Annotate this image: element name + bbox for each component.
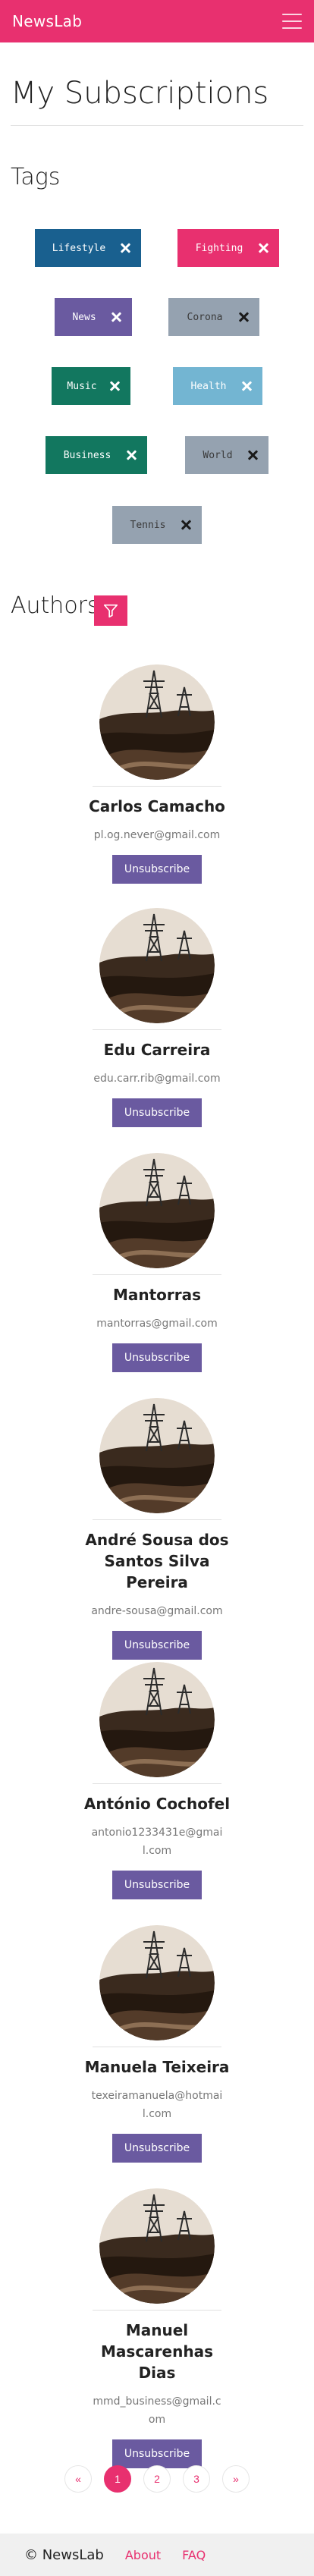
tag-label: Business xyxy=(63,449,111,461)
author-email: andre-sousa@gmail.com xyxy=(91,1605,223,1617)
tag-corona[interactable]: Corona xyxy=(168,298,259,336)
tag-label: World xyxy=(203,449,233,461)
author-email: texeiramanuela@hotmail.com xyxy=(91,2090,223,2120)
remove-tag-icon[interactable] xyxy=(238,312,249,322)
author-email: pl.og.never@gmail.com xyxy=(93,829,221,841)
avatar xyxy=(99,1662,215,1777)
remove-tag-icon[interactable] xyxy=(247,450,258,460)
footer: © NewsLab About FAQ xyxy=(0,2534,314,2576)
author-name: Edu Carreira xyxy=(103,1041,211,1059)
tag-label: Corona xyxy=(187,311,223,323)
author-email: mmd_business@gmail.com xyxy=(93,2395,221,2426)
avatar xyxy=(99,1925,215,2040)
author-divider xyxy=(93,786,221,787)
authors-heading: Authors xyxy=(11,592,99,619)
unsubscribe-button[interactable]: Unsubscribe xyxy=(111,2134,203,2163)
title-divider xyxy=(11,125,303,126)
tag-label: Fighting xyxy=(195,242,243,254)
next-page-button[interactable]: » xyxy=(222,2465,250,2493)
avatar xyxy=(99,908,215,1023)
avatar xyxy=(99,1398,215,1513)
avatar xyxy=(99,664,215,780)
author-card: Edu Carreira edu.carr.rib@gmail.com Unsubs… xyxy=(0,908,314,1127)
avatar xyxy=(99,1153,215,1268)
avatar xyxy=(99,2188,215,2304)
author-card: Carlos Camacho pl.og.never@gmail.com Unsub… xyxy=(0,664,314,884)
page-1-button[interactable]: 1 xyxy=(104,2465,131,2493)
navbar: NewsLab xyxy=(0,0,314,42)
author-card: Manuel Mascarenhas Dias mmd_business@gmai… xyxy=(0,2188,314,2468)
author-card: António Cochofel antonio1233431e@gmail.co… xyxy=(0,1662,314,1899)
page-numbers: 123 xyxy=(104,2465,210,2493)
tag-tennis[interactable]: Tennis xyxy=(112,506,202,544)
author-card: André Sousa dos Santos Silva Pereira andr… xyxy=(0,1398,314,1660)
author-divider xyxy=(93,1029,221,1030)
prev-page-button[interactable]: « xyxy=(64,2465,92,2493)
filter-button[interactable] xyxy=(94,595,127,626)
author-name: António Cochofel xyxy=(83,1795,231,1813)
tags-heading: Tags xyxy=(11,164,61,190)
author-name: Manuel Mascarenhas Dias xyxy=(101,2321,213,2382)
footer-faq-link[interactable]: FAQ xyxy=(182,2548,206,2562)
remove-tag-icon[interactable] xyxy=(111,312,121,322)
tag-world[interactable]: World xyxy=(185,436,268,474)
footer-about-link[interactable]: About xyxy=(125,2548,161,2562)
unsubscribe-button[interactable]: Unsubscribe xyxy=(111,1871,203,1899)
hamburger-icon[interactable] xyxy=(282,14,302,29)
author-name: Carlos Camacho xyxy=(89,797,225,815)
tag-news[interactable]: News xyxy=(55,298,132,336)
author-divider xyxy=(93,1519,221,1520)
unsubscribe-button[interactable]: Unsubscribe xyxy=(111,1098,203,1127)
tag-music[interactable]: Music xyxy=(52,367,130,405)
unsubscribe-button[interactable]: Unsubscribe xyxy=(111,1343,203,1372)
author-email: antonio1233431e@gmail.com xyxy=(91,1827,223,1857)
tag-fighting[interactable]: Fighting xyxy=(177,229,279,267)
author-email: mantorras@gmail.com xyxy=(96,1318,218,1330)
footer-copyright: © NewsLab xyxy=(24,2546,104,2563)
filter-icon xyxy=(103,604,118,618)
author-email: edu.carr.rib@gmail.com xyxy=(93,1073,221,1085)
page-3-button[interactable]: 3 xyxy=(183,2465,210,2493)
remove-tag-icon[interactable] xyxy=(120,243,130,253)
author-name: Mantorras xyxy=(112,1286,202,1304)
brand-logo[interactable]: NewsLab xyxy=(12,12,82,30)
author-name: Manuela Teixeira xyxy=(84,2058,230,2076)
remove-tag-icon[interactable] xyxy=(181,520,191,530)
author-card: Manuela Teixeira texeiramanuela@hotmail.c… xyxy=(0,1925,314,2163)
tag-label: Health xyxy=(190,380,227,392)
author-divider xyxy=(93,1783,221,1784)
author-name: André Sousa dos Santos Silva Pereira xyxy=(85,1531,229,1591)
tag-label: Tennis xyxy=(130,519,166,531)
tag-lifestyle[interactable]: Lifestyle xyxy=(35,229,141,267)
unsubscribe-button[interactable]: Unsubscribe xyxy=(111,855,203,884)
tag-label: Lifestyle xyxy=(52,242,106,254)
remove-tag-icon[interactable] xyxy=(109,381,120,391)
tag-health[interactable]: Health xyxy=(173,367,262,405)
tag-business[interactable]: Business xyxy=(46,436,147,474)
tag-label: Music xyxy=(67,380,97,392)
remove-tag-icon[interactable] xyxy=(241,381,252,391)
unsubscribe-button[interactable]: Unsubscribe xyxy=(111,2439,203,2468)
author-card: Mantorras mantorras@gmail.com Unsubscribe xyxy=(0,1153,314,1372)
unsubscribe-button[interactable]: Unsubscribe xyxy=(111,1631,203,1660)
page-2-button[interactable]: 2 xyxy=(143,2465,171,2493)
pagination: « 123 » xyxy=(0,2465,314,2493)
author-divider xyxy=(93,1274,221,1275)
author-divider xyxy=(93,2310,221,2311)
page-title: My Subscriptions xyxy=(11,76,269,111)
tag-label: News xyxy=(72,311,96,323)
remove-tag-icon[interactable] xyxy=(258,243,268,253)
remove-tag-icon[interactable] xyxy=(126,450,137,460)
